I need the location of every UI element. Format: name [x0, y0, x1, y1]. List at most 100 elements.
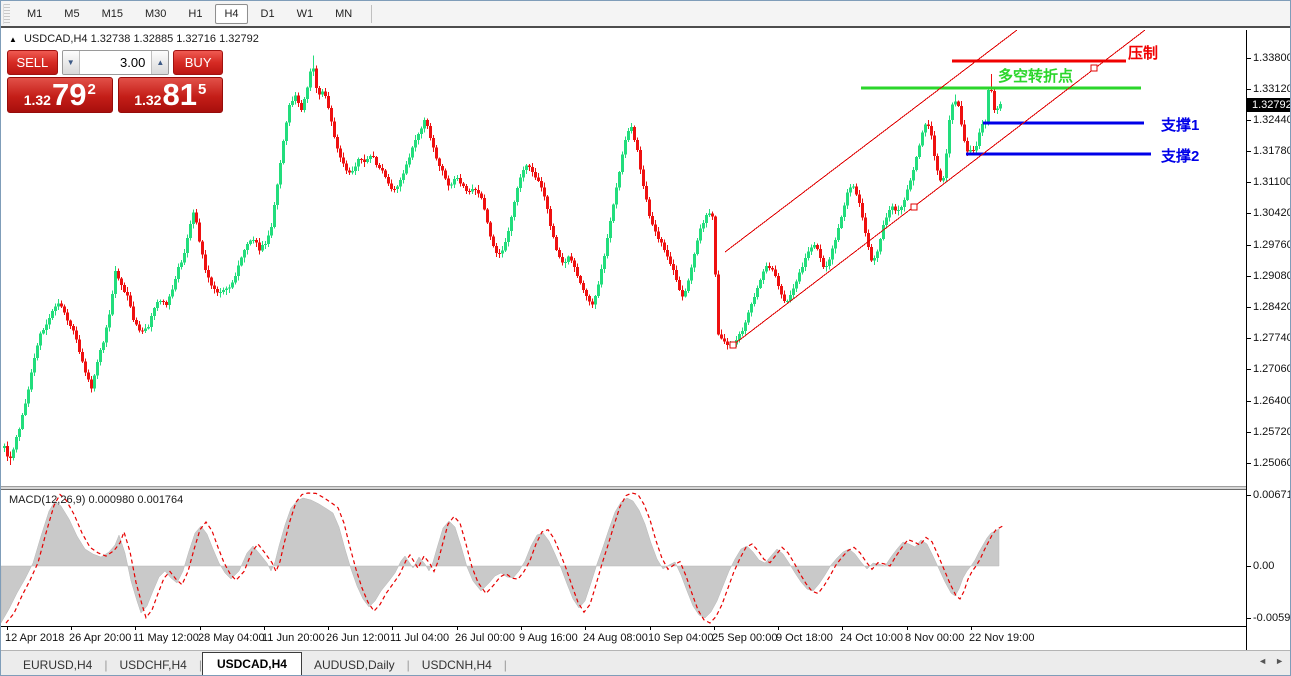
volume-increase-icon[interactable]: ▲: [151, 51, 168, 74]
timeframe-button-M5[interactable]: M5: [55, 4, 88, 24]
timeframe-button-M1[interactable]: M1: [18, 4, 51, 24]
date-axis-label: 26 Apr 20:00: [69, 632, 131, 644]
date-tick: [650, 627, 651, 630]
one-click-trade-panel: SELL ▼ 3.00 ▲ BUY 1.32 79 2 1.32 81 5: [7, 50, 223, 113]
price-axis-label: 1.27740: [1253, 332, 1291, 344]
date-tick: [7, 627, 8, 630]
date-axis-label: 26 Jul 00:00: [455, 632, 515, 644]
price-axis: 1.338001.331201.324401.317801.311001.304…: [1246, 30, 1290, 650]
date-axis-label: 11 May 12:00: [133, 632, 199, 644]
volume-stepper: ▼ 3.00 ▲: [62, 50, 169, 75]
macd-panel: MACD(12,26,9) 0.000980 0.001764: [1, 490, 1248, 626]
timeframe-button-D1[interactable]: D1: [252, 4, 284, 24]
date-tick: [971, 627, 972, 630]
tab-USDCADH4[interactable]: USDCAD,H4: [202, 652, 302, 676]
tab-AUDUSDDaily[interactable]: AUDUSD,Daily: [302, 654, 407, 676]
date-tick: [457, 627, 458, 630]
axis-tick: [1247, 58, 1251, 59]
volume-input[interactable]: 3.00: [80, 51, 152, 74]
date-axis-label: 10 Sep 04:00: [648, 632, 713, 644]
ask-quote-tile[interactable]: 1.32 81 5: [118, 77, 224, 113]
tab-EURUSDH4[interactable]: EURUSD,H4: [11, 654, 104, 676]
annotation-label[interactable]: 支撑1: [1161, 114, 1199, 135]
date-axis-label: 24 Oct 10:00: [840, 632, 903, 644]
price-axis-label: 1.27060: [1253, 363, 1291, 375]
bid-pip-digit: 2: [87, 81, 95, 98]
axis-tick: [1247, 276, 1251, 277]
tab-scroll-left-icon[interactable]: ◄: [1258, 656, 1267, 666]
date-tick: [907, 627, 908, 630]
price-axis-label: 1.33800: [1253, 52, 1291, 64]
macd-histogram-area: [1, 498, 999, 623]
bid-big-digits: 79: [52, 80, 86, 110]
axis-tick: [1247, 566, 1251, 567]
chart-ohlc-values: 1.32738 1.32885 1.32716 1.32792: [91, 33, 259, 45]
tab-USDCNHH4[interactable]: USDCNH,H4: [410, 654, 504, 676]
bid-quote-tile[interactable]: 1.32 79 2: [7, 77, 113, 113]
timeframe-button-H4[interactable]: H4: [215, 4, 247, 24]
timeframe-button-M15[interactable]: M15: [93, 4, 132, 24]
ask-pip-digit: 5: [198, 81, 206, 98]
date-tick: [778, 627, 779, 630]
date-axis-label: 9 Aug 16:00: [519, 632, 578, 644]
axis-tick: [1247, 182, 1251, 183]
macd-axis-label: 0.00: [1253, 560, 1274, 572]
current-price-tag: 1.32792: [1247, 98, 1291, 112]
price-axis-label: 1.30420: [1253, 207, 1291, 219]
tab-scroll-right-icon[interactable]: ►: [1275, 656, 1284, 666]
macd-chart: [1, 490, 1248, 626]
axis-tick: [1247, 463, 1251, 464]
date-axis-label: 22 Nov 19:00: [969, 632, 1034, 644]
axis-tick: [1247, 213, 1251, 214]
buy-button[interactable]: BUY: [173, 50, 223, 75]
macd-indicator-label: MACD(12,26,9) 0.000980 0.001764: [9, 494, 183, 506]
date-tick: [264, 627, 265, 630]
axis-tick: [1247, 401, 1251, 402]
toolbar-grip-handle[interactable]: [3, 4, 10, 24]
volume-decrease-icon[interactable]: ▼: [63, 51, 80, 74]
date-tick: [200, 627, 201, 630]
price-axis-label: 1.25060: [1253, 457, 1291, 469]
annotation-label[interactable]: 压制: [1128, 42, 1158, 63]
annotation-label[interactable]: 支撑2: [1161, 145, 1199, 166]
date-axis-label: 28 May 04:00: [198, 632, 265, 644]
date-axis-label: 26 Jun 12:00: [326, 632, 390, 644]
expand-icon[interactable]: ▲: [9, 35, 17, 44]
axis-tick: [1247, 495, 1251, 496]
axis-tick: [1247, 338, 1251, 339]
trendline-handle[interactable]: [730, 342, 736, 348]
price-axis-label: 1.33120: [1253, 83, 1291, 95]
trendline-handle[interactable]: [1091, 65, 1097, 71]
macd-axis-label: -0.005925: [1253, 612, 1291, 624]
annotation-label[interactable]: 多空转折点: [998, 65, 1073, 86]
axis-tick: [1247, 151, 1251, 152]
date-axis-label: 25 Sep 00:00: [712, 632, 777, 644]
axis-tick: [1247, 120, 1251, 121]
price-axis-label: 1.28420: [1253, 301, 1291, 313]
date-tick: [714, 627, 715, 630]
price-axis-label: 1.32440: [1253, 114, 1291, 126]
timeframe-button-W1[interactable]: W1: [288, 4, 323, 24]
date-axis-label: 24 Aug 08:00: [583, 632, 648, 644]
timeframe-button-MN[interactable]: MN: [326, 4, 361, 24]
toolbar-separator: [371, 5, 372, 23]
date-tick: [392, 627, 393, 630]
channel-upper[interactable]: [725, 30, 1017, 252]
sell-button[interactable]: SELL: [7, 50, 58, 75]
date-tick: [842, 627, 843, 630]
axis-tick: [1247, 245, 1251, 246]
terminal-window: M1M5M15M30H1H4D1W1MN ▲ USDCAD,H4 1.32738…: [0, 0, 1291, 676]
date-axis-label: 9 Oct 18:00: [776, 632, 833, 644]
date-tick: [328, 627, 329, 630]
channel-lower[interactable]: [733, 30, 1145, 345]
axis-tick: [1247, 369, 1251, 370]
trendline-handle[interactable]: [911, 204, 917, 210]
price-axis-label: 1.25720: [1253, 426, 1291, 438]
tab-USDCHFH4[interactable]: USDCHF,H4: [107, 654, 198, 676]
timeframe-button-H1[interactable]: H1: [179, 4, 211, 24]
date-tick: [135, 627, 136, 630]
bid-prefix: 1.32: [24, 92, 51, 108]
price-axis-label: 1.29760: [1253, 239, 1291, 251]
price-chart-panel: ▲ USDCAD,H4 1.32738 1.32885 1.32716 1.32…: [1, 30, 1248, 486]
timeframe-button-M30[interactable]: M30: [136, 4, 175, 24]
